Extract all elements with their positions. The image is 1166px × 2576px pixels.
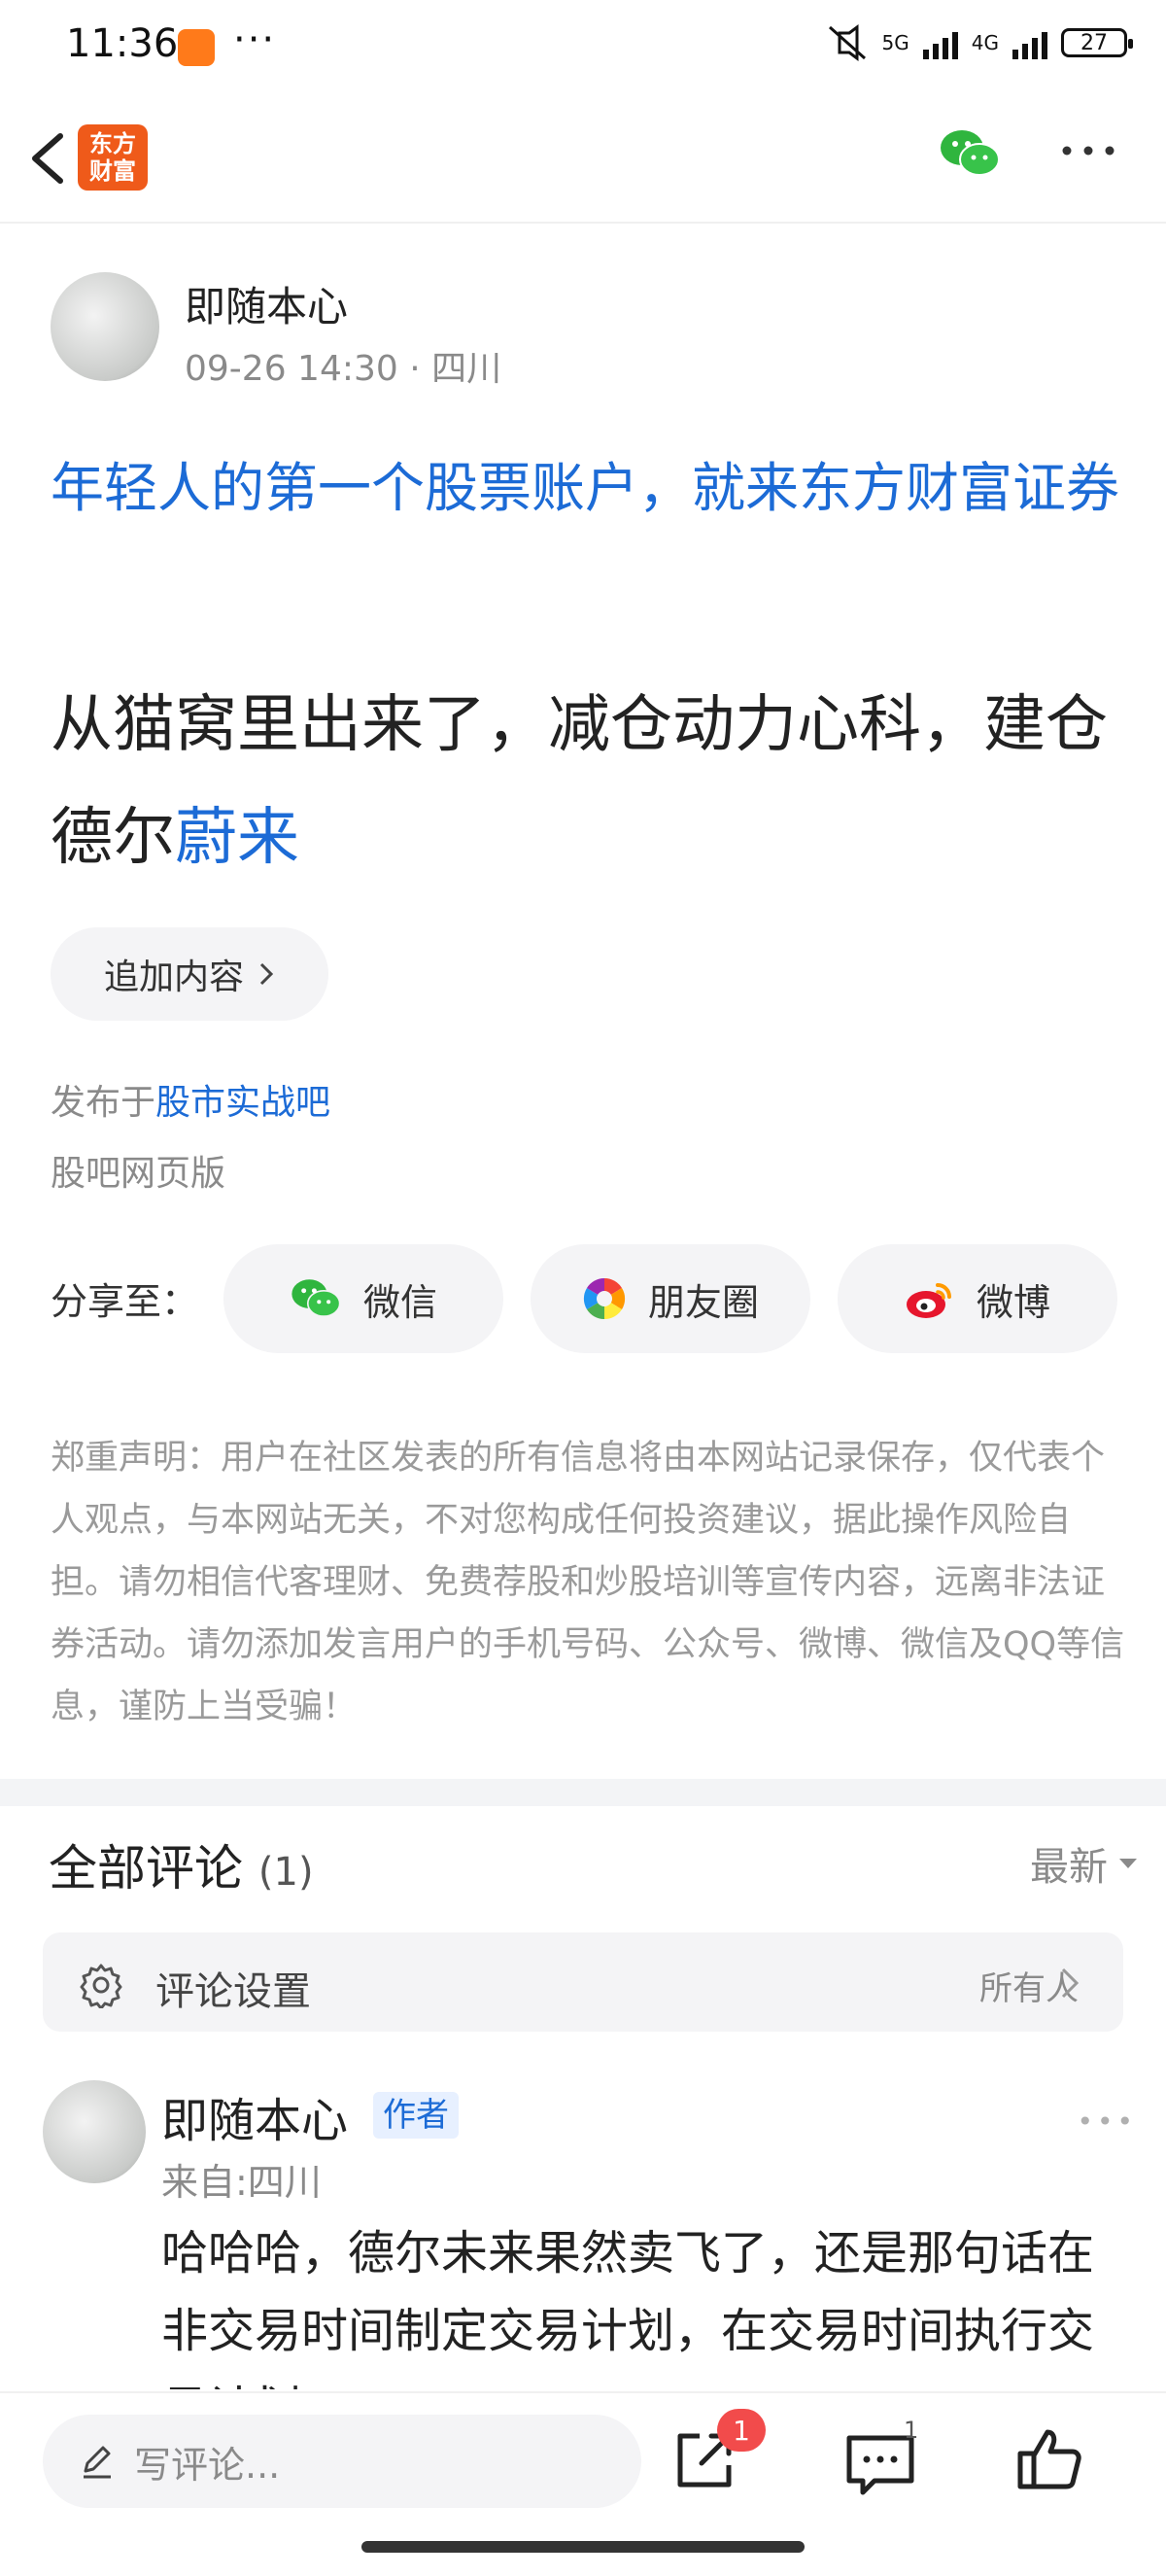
logo-line-2: 财富 — [89, 157, 136, 185]
share-moments-button[interactable]: 朋友圈 — [531, 1244, 810, 1353]
comments-title-label: 全部评论 — [49, 1840, 243, 1897]
logo-line-1: 东方 — [89, 130, 136, 157]
write-comment-input[interactable]: 写评论... — [43, 2415, 641, 2508]
signal-5g-icon — [922, 26, 958, 59]
taobao-notification-icon — [178, 29, 215, 66]
comment-count: 1 — [904, 2417, 919, 2444]
commenter-location: 来自:四川 — [161, 2161, 322, 2204]
thumbs-up-icon[interactable] — [1014, 2424, 1084, 2494]
mute-icon — [828, 24, 866, 61]
signal-4g-icon — [1012, 26, 1047, 59]
weibo-icon — [906, 1283, 951, 1318]
sort-label: 最新 — [1030, 1845, 1108, 1890]
post-meta: 09-26 14:30 · 四川 — [185, 349, 502, 389]
status-indicators: 5G 4G 27 — [826, 23, 1133, 62]
comment-more-icon[interactable]: ••• — [1077, 2106, 1137, 2138]
home-indicator — [361, 2541, 805, 2553]
more-notifications-icon: ··· — [233, 17, 277, 62]
commenter-name[interactable]: 即随本心 — [161, 2082, 348, 2150]
sort-dropdown[interactable]: 最新 — [1030, 1835, 1139, 1892]
back-icon[interactable] — [21, 124, 80, 192]
more-menu-icon[interactable] — [1059, 136, 1117, 165]
author-name[interactable]: 即随本心 — [185, 274, 348, 333]
moments-icon — [583, 1277, 626, 1320]
pencil-icon — [84, 2446, 111, 2479]
share-label: 分享至： — [51, 1280, 199, 1323]
post-body: 从猫窝里出来了，减仓动力心科，建仓德尔蔚来 — [51, 669, 1129, 894]
disclaimer-text: 郑重声明：用户在社区发表的所有信息将由本网站记录保存，仅代表个人观点，与本网站无… — [51, 1439, 1125, 1726]
author-badge: 作者 — [373, 2092, 459, 2139]
comment-text: 哈哈哈，德尔未来果然卖飞了，还是那句话在非交易时间制定交易计划，在交易时间执行交… — [161, 2226, 1095, 2389]
commenter-avatar[interactable] — [43, 2080, 146, 2183]
share-weibo-button[interactable]: 微博 — [838, 1244, 1117, 1353]
battery-level: 27 — [1080, 30, 1108, 55]
wechat-share-icon[interactable] — [939, 126, 1001, 181]
author-avatar[interactable] — [51, 272, 159, 381]
share-wechat-button[interactable]: 微信 — [223, 1244, 503, 1353]
share-wechat-label: 微信 — [362, 1280, 437, 1324]
write-comment-placeholder: 写评论... — [134, 2443, 281, 2487]
section-divider — [0, 1779, 1166, 1806]
eastmoney-logo[interactable]: 东方 财富 — [78, 124, 148, 191]
ad-title-link[interactable]: 年轻人的第一个股票账户，就来东方财富证券 — [51, 445, 1129, 531]
web-version-label: 股吧网页版 — [51, 1154, 226, 1194]
chevron-right-icon — [259, 962, 274, 986]
comments-count: (1) — [257, 1850, 314, 1895]
net-5g-label: 5G — [881, 31, 909, 54]
stock-link-nio[interactable]: 蔚来 — [175, 802, 299, 874]
net-4g-label: 4G — [971, 31, 999, 54]
status-time: 11:36 — [66, 21, 179, 66]
share-weibo-label: 微博 — [976, 1280, 1050, 1324]
append-content-label: 追加内容 — [103, 957, 244, 997]
bar-link[interactable]: 股市实战吧 — [155, 1083, 330, 1123]
chevron-right-icon — [1061, 1967, 1080, 1999]
published-in: 发布于股市实战吧 — [51, 1074, 330, 1125]
nav-divider — [0, 222, 1166, 224]
comments-title: 全部评论 (1) — [49, 1829, 314, 1899]
published-prefix: 发布于 — [51, 1083, 156, 1123]
comment-settings-label: 评论设置 — [155, 1969, 311, 2014]
append-content-button[interactable]: 追加内容 — [51, 927, 328, 1021]
caret-down-icon — [1119, 1859, 1137, 1868]
wechat-icon — [292, 1279, 341, 1317]
share-badge: 1 — [717, 2409, 766, 2452]
share-moments-label: 朋友圈 — [647, 1280, 759, 1324]
battery-icon: 27 — [1061, 28, 1133, 57]
gear-icon — [80, 1964, 122, 2008]
